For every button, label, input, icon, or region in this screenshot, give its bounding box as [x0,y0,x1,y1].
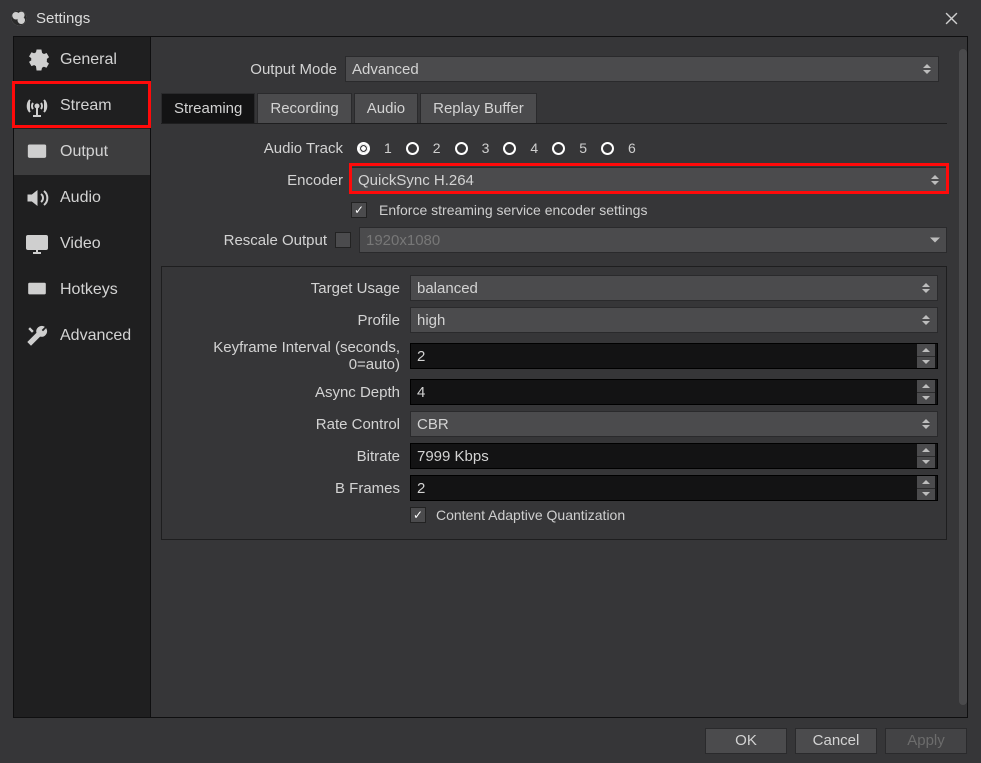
cancel-button[interactable]: Cancel [795,728,877,754]
settings-window: Settings General Stream Output Audio [0,0,981,763]
tab-recording[interactable]: Recording [257,93,351,123]
stepper-arrows-icon [917,344,935,368]
encoder-select[interactable]: QuickSync H.264 [351,167,947,193]
antenna-icon [24,93,50,119]
monitor-icon [24,231,50,257]
profile-label: Profile [170,312,400,329]
output-mode-label: Output Mode [161,61,337,78]
close-button[interactable] [931,3,971,33]
keyboard-icon [24,277,50,303]
bframes-label: B Frames [170,480,400,497]
bitrate-value: 7999 Kbps [417,448,489,465]
speaker-icon [24,185,50,211]
target-usage-select[interactable]: balanced [410,275,938,301]
updown-icon [919,308,933,332]
main-panel: Output Mode Advanced Streaming Recording… [151,36,968,718]
sidebar-item-label: Stream [60,97,112,115]
sidebar-item-general[interactable]: General [14,37,150,83]
output-tabs: Streaming Recording Audio Replay Buffer [161,93,947,124]
encoder-label: Encoder [161,172,343,189]
apply-button[interactable]: Apply [885,728,967,754]
app-icon [10,9,28,27]
output-mode-value: Advanced [352,61,419,78]
titlebar: Settings [0,0,981,36]
sidebar-item-output[interactable]: Output [14,129,150,175]
dialog-footer: OK Cancel Apply [0,718,981,763]
scrollbar[interactable] [959,49,967,705]
audio-track-2-radio[interactable] [406,142,419,155]
sidebar-item-label: Hotkeys [60,281,118,299]
sidebar-item-label: Video [60,235,101,253]
audio-track-1-label: 1 [384,140,392,156]
enforce-checkbox[interactable] [351,202,367,218]
audio-track-5-label: 5 [579,140,587,156]
async-depth-value: 4 [417,384,425,401]
async-depth-label: Async Depth [170,384,400,401]
encoder-settings-group: Target Usage balanced Profile high Keyfr… [161,266,947,540]
encoder-value: QuickSync H.264 [358,172,474,189]
profile-value: high [417,312,445,329]
rate-control-value: CBR [417,416,449,433]
keyframe-interval-label: Keyframe Interval (seconds, 0=auto) [170,339,400,373]
audio-track-6-label: 6 [628,140,636,156]
ok-button[interactable]: OK [705,728,787,754]
window-title: Settings [36,10,90,27]
stepper-arrows-icon [917,380,935,404]
updown-icon [928,168,942,192]
keyframe-interval-value: 2 [417,348,425,365]
stepper-arrows-icon [917,444,935,468]
audio-track-4-radio[interactable] [503,142,516,155]
sidebar: General Stream Output Audio Video Hotkey… [13,36,151,718]
target-usage-value: balanced [417,280,478,297]
audio-track-3-radio[interactable] [455,142,468,155]
sidebar-item-label: Advanced [60,327,131,345]
updown-icon [920,57,934,81]
sidebar-item-stream[interactable]: Stream [14,83,150,129]
rate-control-select[interactable]: CBR [410,411,938,437]
bitrate-stepper[interactable]: 7999 Kbps [410,443,938,469]
bitrate-label: Bitrate [170,448,400,465]
audio-track-4-label: 4 [530,140,538,156]
gear-icon [24,47,50,73]
enforce-label: Enforce streaming service encoder settin… [379,202,647,218]
sidebar-item-video[interactable]: Video [14,221,150,267]
tab-streaming[interactable]: Streaming [161,93,255,123]
audio-track-6-radio[interactable] [601,142,614,155]
rescale-output-value: 1920x1080 [366,232,440,249]
updown-icon [919,412,933,436]
sidebar-item-audio[interactable]: Audio [14,175,150,221]
tools-icon [24,323,50,349]
sidebar-item-label: Output [60,143,108,161]
audio-track-3-label: 3 [482,140,490,156]
caq-checkbox[interactable] [410,507,426,523]
async-depth-stepper[interactable]: 4 [410,379,938,405]
audio-track-5-radio[interactable] [552,142,565,155]
sidebar-item-label: Audio [60,189,101,207]
tab-replay-buffer[interactable]: Replay Buffer [420,93,537,123]
output-mode-select[interactable]: Advanced [345,56,939,82]
rescale-output-select[interactable]: 1920x1080 [359,227,947,253]
audio-track-1-radio[interactable] [357,142,370,155]
audio-track-label: Audio Track [161,140,343,157]
bframes-stepper[interactable]: 2 [410,475,938,501]
rescale-output-checkbox[interactable] [335,232,351,248]
profile-select[interactable]: high [410,307,938,333]
rescale-output-label: Rescale Output [161,232,327,249]
keyframe-interval-stepper[interactable]: 2 [410,343,938,369]
stepper-arrows-icon [917,476,935,500]
output-icon [24,139,50,165]
caq-label: Content Adaptive Quantization [436,507,625,523]
bframes-value: 2 [417,480,425,497]
sidebar-item-hotkeys[interactable]: Hotkeys [14,267,150,313]
chevron-down-icon [930,238,940,243]
sidebar-item-advanced[interactable]: Advanced [14,313,150,359]
target-usage-label: Target Usage [170,280,400,297]
tab-audio[interactable]: Audio [354,93,418,123]
sidebar-item-label: General [60,51,117,69]
rate-control-label: Rate Control [170,416,400,433]
audio-track-2-label: 2 [433,140,441,156]
updown-icon [919,276,933,300]
